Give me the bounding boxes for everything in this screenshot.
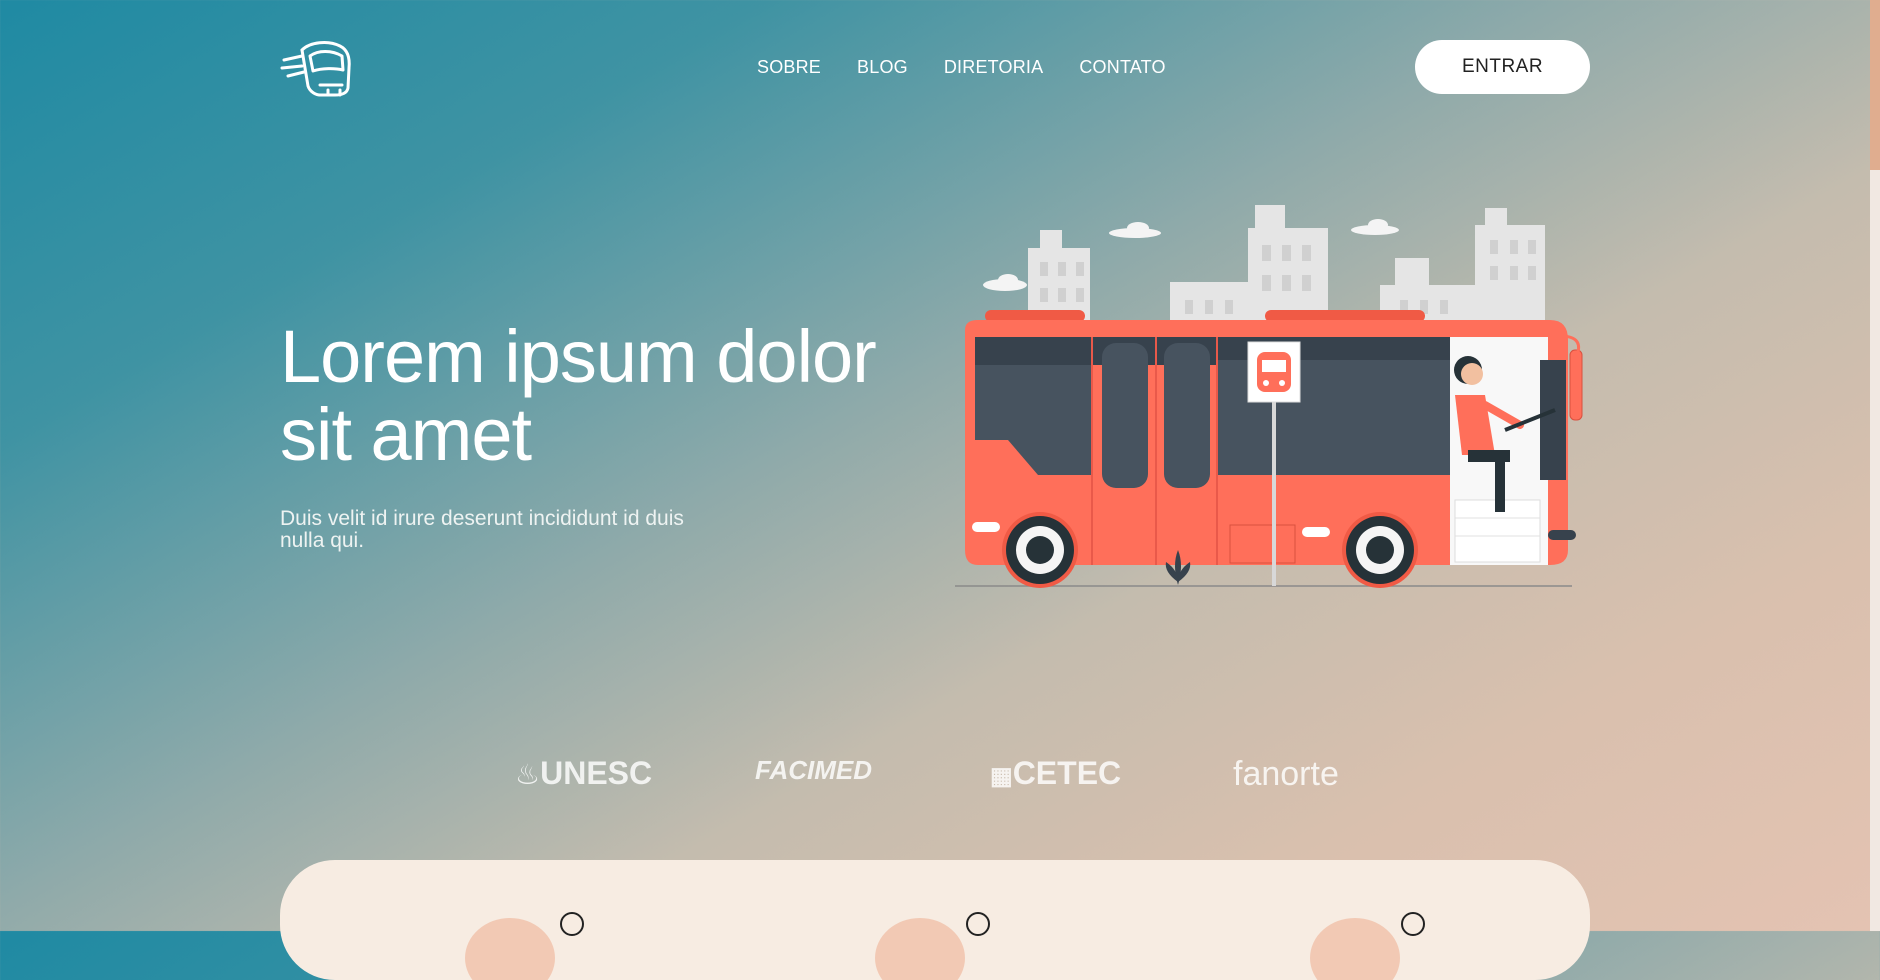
nav-link-diretoria[interactable]: DIRETORIA	[944, 57, 1043, 78]
hero-title: Lorem ipsum dolor sit amet	[280, 315, 877, 476]
nav-link-blog[interactable]: BLOG	[857, 57, 908, 78]
feature-blob	[1310, 918, 1400, 980]
feature-marker-icon	[560, 912, 584, 936]
feature-marker-icon	[966, 912, 990, 936]
partner-name: CETEC	[1012, 755, 1122, 791]
feature-blob	[875, 918, 965, 980]
feature-blob	[465, 918, 555, 980]
scrollbar-thumb[interactable]	[1870, 0, 1880, 170]
bus-logo-icon[interactable]	[280, 38, 354, 98]
login-button[interactable]: ENTRAR	[1415, 40, 1590, 94]
hero-subtitle: Duis velit id irure deserunt incididunt …	[280, 507, 684, 552]
partner-name: fanorte	[1233, 755, 1339, 793]
bus-illustration	[955, 205, 1583, 588]
feature-marker-icon	[1401, 912, 1425, 936]
partner-logo-cetec: ▦CETEC	[990, 755, 1121, 792]
nav-link-contato[interactable]: CONTATO	[1079, 57, 1165, 78]
partner-name: FACIMED	[755, 755, 872, 785]
grid-icon: ▦	[990, 763, 1013, 790]
main-nav: SOBRE BLOG DIRETORIA CONTATO	[757, 57, 1166, 78]
partner-logo-fanorte: fanorte	[1233, 755, 1339, 794]
partner-logo-unesc: ♨UNESC	[515, 755, 652, 792]
features-card	[280, 860, 1590, 980]
partner-logos: ♨UNESC FACIMED ▦CETEC fanorte	[500, 755, 1380, 805]
nav-link-sobre[interactable]: SOBRE	[757, 57, 821, 78]
page-scrollbar[interactable]	[1870, 0, 1880, 931]
partner-logo-facimed: FACIMED	[755, 755, 872, 786]
flame-icon: ♨	[515, 759, 541, 790]
partner-name: UNESC	[540, 755, 653, 791]
